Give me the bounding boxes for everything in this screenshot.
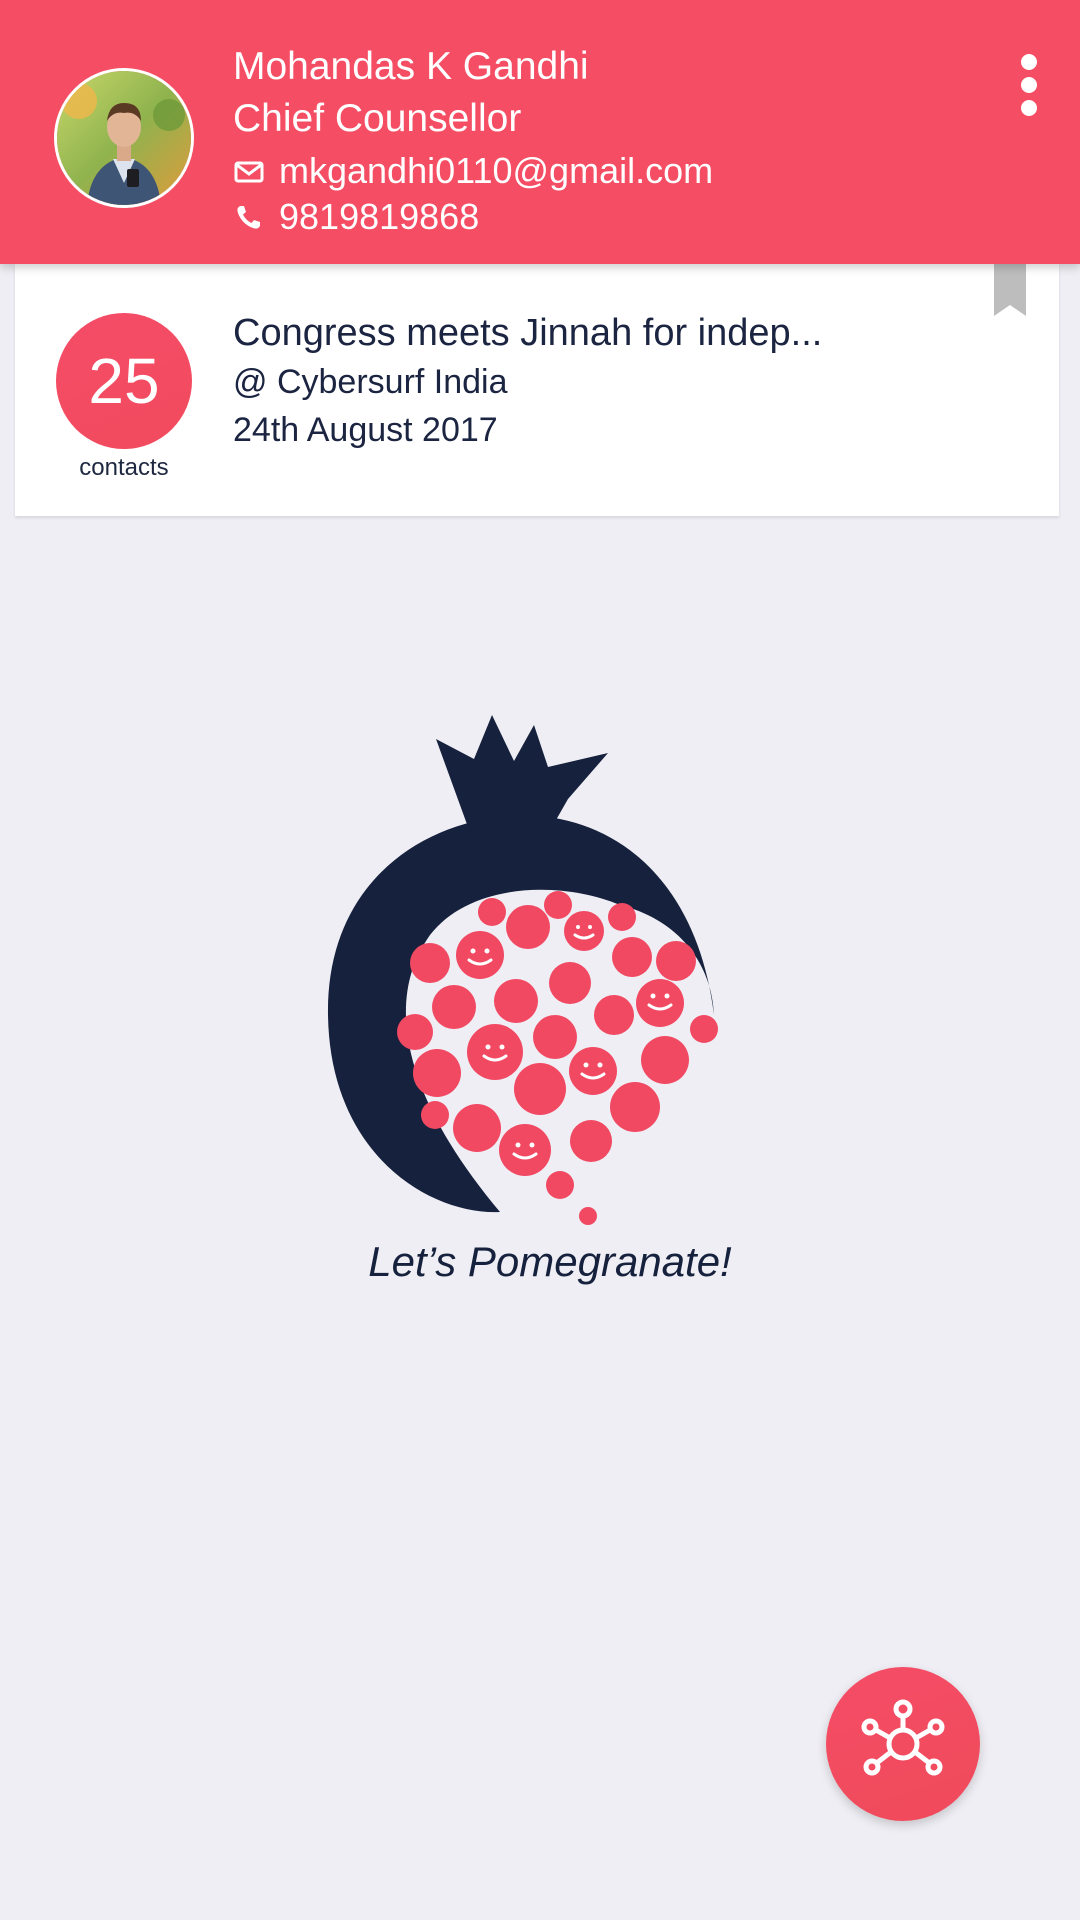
profile-title: Chief Counsellor	[233, 97, 522, 140]
email-row[interactable]: mkgandhi0110@gmail.com	[233, 148, 713, 194]
avatar[interactable]	[54, 68, 194, 208]
profile-email: mkgandhi0110@gmail.com	[279, 150, 714, 191]
more-vert-icon	[1021, 54, 1037, 116]
phone-row[interactable]: 9819819868	[233, 194, 479, 240]
event-title: Congress meets Jinnah for indep...	[233, 312, 823, 354]
phone-icon	[237, 206, 260, 229]
network-fab-button[interactable]	[826, 1667, 980, 1821]
contacts-count-badge: 25	[56, 313, 192, 449]
event-date: 24th August 2017	[233, 411, 498, 449]
mail-icon	[234, 161, 264, 183]
event-card[interactable]: 25 contacts Congress meets Jinnah for in…	[15, 264, 1059, 516]
event-venue: @ Cybersurf India	[233, 363, 508, 401]
pomegranate-logo	[327, 715, 718, 1225]
profile-header: Mohandas K Gandhi Chief Counsellor mkgan…	[0, 0, 1080, 264]
more-menu-button[interactable]	[1010, 48, 1050, 128]
profile-phone: 9819819868	[279, 196, 480, 237]
network-hub-icon	[861, 1699, 945, 1776]
profile-name: Mohandas K Gandhi	[233, 45, 589, 88]
app-screen: Mohandas K Gandhi Chief Counsellor mkgan…	[0, 0, 1080, 1920]
bookmark-icon[interactable]	[994, 264, 1026, 316]
brand-tagline: Let’s Pomegranate!	[368, 1238, 732, 1285]
avatar-photo	[57, 71, 191, 205]
contacts-count-label: contacts	[79, 454, 169, 481]
